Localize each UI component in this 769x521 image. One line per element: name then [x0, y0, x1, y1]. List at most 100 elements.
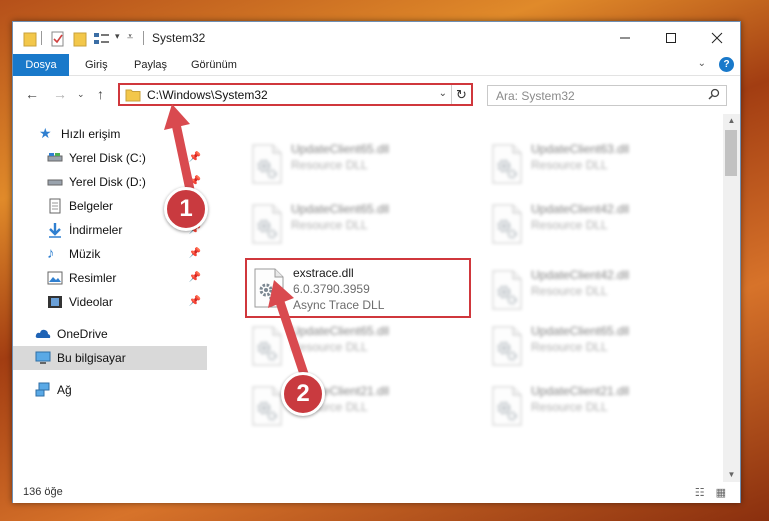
file-item[interactable]: UpdateClient65.dll Resource DLL	[245, 136, 465, 192]
sidebar-item-music[interactable]: ♪ Müzik 📌	[13, 242, 207, 266]
documents-icon	[49, 198, 61, 214]
sidebar-item-label: Ağ	[57, 383, 72, 397]
qa-separator	[41, 31, 42, 45]
tab-home[interactable]: Giriş	[85, 54, 108, 76]
file-name: UpdateClient65.dll	[291, 142, 390, 156]
dll-file-icon	[492, 326, 522, 366]
file-item[interactable]: UpdateClient65.dll Resource DLL	[245, 196, 465, 252]
annotation-badge-2: 2	[281, 372, 325, 416]
scroll-up-icon[interactable]: ▲	[723, 114, 740, 128]
maximize-button[interactable]	[648, 22, 694, 54]
search-input[interactable]: Ara: System32	[487, 85, 727, 106]
scroll-down-icon[interactable]: ▼	[723, 468, 740, 482]
folder-icon	[23, 32, 37, 47]
qa-customize-icon[interactable]: ▾	[115, 31, 120, 47]
address-dropdown-icon[interactable]: ⌄	[439, 88, 447, 99]
file-item[interactable]: UpdateClient65.dll Resource DLL	[485, 318, 705, 374]
file-detail: Resource DLL	[291, 158, 368, 172]
music-icon: ♪	[47, 245, 55, 262]
dll-file-icon	[492, 270, 522, 310]
search-icon[interactable]	[708, 88, 720, 102]
file-item[interactable]: UpdateClient42.dll Resource DLL	[485, 262, 705, 318]
title-separator	[143, 31, 144, 45]
downloads-icon	[49, 223, 61, 238]
ribbon-tabs: Dosya Giriş Paylaş Görünüm ⌄ ?	[13, 54, 740, 76]
back-icon[interactable]: ←	[25, 86, 39, 102]
minimize-button[interactable]	[602, 22, 648, 54]
drive-icon	[47, 153, 63, 162]
sidebar-item-onedrive[interactable]: OneDrive	[13, 322, 207, 346]
file-detail: Resource DLL	[291, 218, 368, 232]
dll-file-icon	[492, 144, 522, 184]
close-button[interactable]	[694, 22, 740, 54]
sidebar-item-this-pc[interactable]: Bu bilgisayar	[13, 346, 207, 370]
pin-icon[interactable]: 📌	[189, 296, 201, 307]
file-detail: Resource DLL	[531, 218, 608, 232]
sidebar-item-label: Resimler	[69, 271, 117, 285]
view-toggle-icons[interactable]: ☷ ▦	[695, 486, 730, 499]
network-icon	[35, 382, 50, 397]
file-item[interactable]: UpdateClient63.dll Resource DLL	[485, 136, 705, 192]
pin-icon[interactable]: 📌	[189, 272, 201, 283]
sidebar-item-pictures[interactable]: Resimler 📌	[13, 266, 207, 290]
computer-icon	[35, 351, 51, 364]
star-icon: ★	[39, 125, 52, 141]
properties-icon[interactable]	[51, 31, 65, 47]
scroll-thumb[interactable]	[725, 130, 737, 176]
dll-file-icon	[492, 204, 522, 244]
sidebar-item-videos[interactable]: Videolar 📌	[13, 290, 207, 314]
sidebar-item-label: OneDrive	[57, 327, 108, 341]
forward-icon[interactable]: →	[53, 86, 67, 102]
up-icon[interactable]: ↑	[97, 86, 104, 102]
title-bar: ▾ ⩡ System32	[13, 22, 740, 54]
annotation-badge-1: 1	[164, 187, 208, 231]
new-folder-icon[interactable]	[73, 31, 87, 47]
file-detail: Resource DLL	[531, 284, 608, 298]
pin-icon[interactable]: 📌	[189, 248, 201, 259]
window-title: System32	[152, 31, 206, 45]
navigation-bar: ← → ⌄ ↑ C:\Windows\System32 ⌄ ↻ Ara: Sys…	[13, 78, 740, 114]
sidebar-item-label: Hızlı erişim	[61, 127, 121, 141]
file-item[interactable]: UpdateClient42.dll Resource DLL	[485, 196, 705, 252]
dll-file-icon	[252, 204, 282, 244]
refresh-icon[interactable]: ↻	[451, 85, 471, 104]
item-count: 136 öğe	[23, 486, 63, 498]
vertical-scrollbar[interactable]: ▲ ▼	[723, 114, 740, 482]
sidebar-item-label: Yerel Disk (C:)	[69, 151, 146, 165]
file-name: UpdateClient42.dll	[531, 268, 630, 282]
tab-view[interactable]: Görünüm	[191, 54, 237, 76]
dll-file-icon	[492, 386, 522, 426]
ribbon-expand-icon[interactable]: ⌄	[698, 58, 706, 69]
explorer-window: ▾ ⩡ System32 Dosya Giriş Paylaş Görünüm …	[12, 21, 741, 503]
close-icon	[711, 32, 723, 44]
sidebar-item-label: Belgeler	[69, 199, 114, 213]
view-options-icon[interactable]	[93, 31, 111, 47]
file-name: UpdateClient63.dll	[531, 142, 630, 156]
sidebar-item-label: Yerel Disk (D:)	[69, 175, 146, 189]
folder-icon	[125, 89, 141, 102]
recent-locations-icon[interactable]: ⌄	[77, 89, 85, 100]
qa-dropdown-icon[interactable]: ⩡	[127, 31, 133, 47]
search-placeholder: Ara: System32	[496, 89, 575, 103]
cloud-icon	[35, 329, 51, 338]
file-name: UpdateClient65.dll	[291, 202, 390, 216]
file-detail: Resource DLL	[531, 158, 608, 172]
tab-share[interactable]: Paylaş	[134, 54, 167, 76]
file-name: UpdateClient65.dll	[531, 324, 630, 338]
file-name: UpdateClient21.dll	[531, 384, 630, 398]
drive-icon	[47, 179, 63, 186]
file-detail: Resource DLL	[531, 400, 608, 414]
sidebar-item-label: Müzik	[69, 247, 101, 261]
dll-file-icon	[252, 144, 282, 184]
pictures-icon	[47, 271, 63, 285]
sidebar-item-network[interactable]: Ağ	[13, 378, 207, 402]
file-detail: Resource DLL	[531, 340, 608, 354]
help-icon[interactable]: ?	[719, 57, 734, 72]
sidebar-item-label: Videolar	[69, 295, 113, 309]
tab-file[interactable]: Dosya	[13, 54, 69, 76]
sidebar-item-label: İndirmeler	[69, 223, 123, 237]
status-bar: 136 öğe ☷ ▦	[13, 482, 740, 503]
sidebar-item-label: Bu bilgisayar	[57, 351, 126, 365]
videos-icon	[48, 296, 62, 308]
file-item[interactable]: UpdateClient21.dll Resource DLL	[485, 378, 705, 434]
